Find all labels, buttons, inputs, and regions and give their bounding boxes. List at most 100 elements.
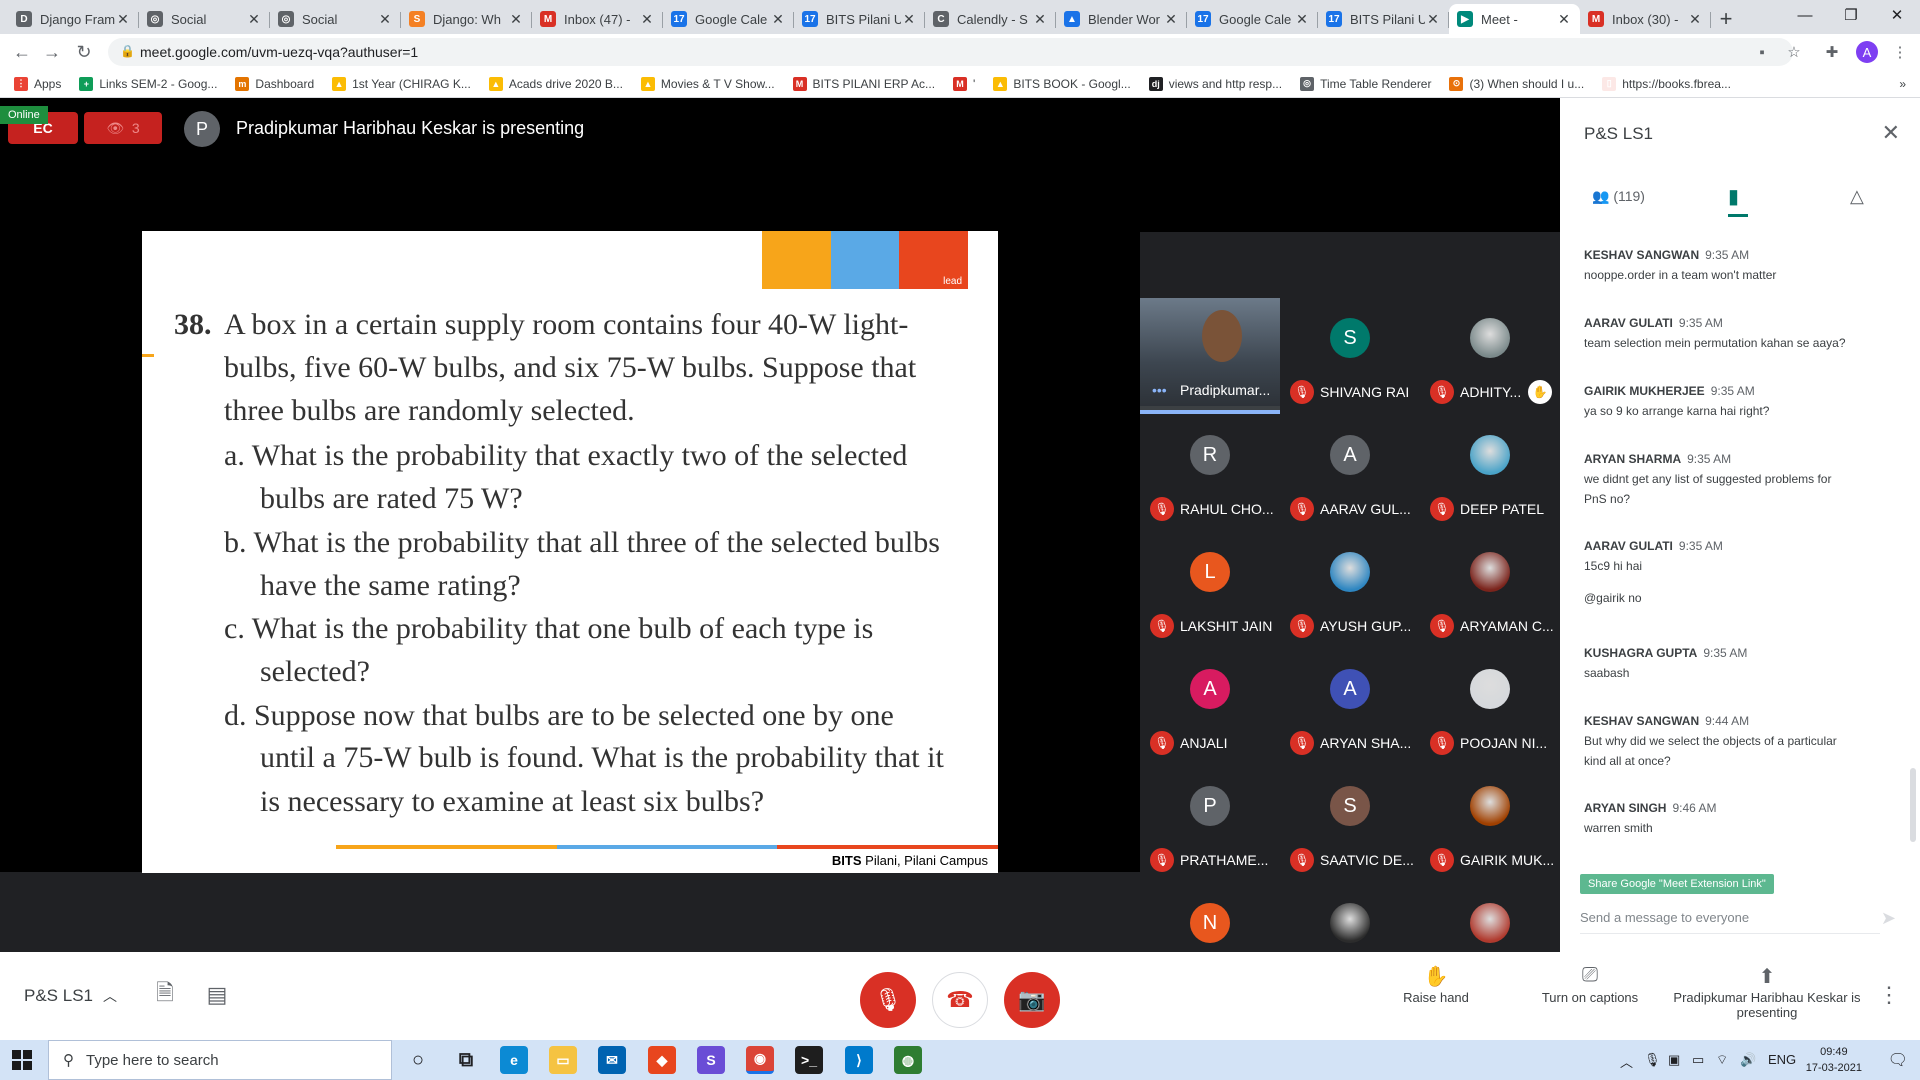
browser-tab[interactable]: ◎ Social ✕ — [270, 4, 401, 34]
bookmark-item[interactable]: ▲ Acads drive 2020 B... — [488, 76, 623, 91]
globe-app-icon[interactable]: ◍ — [894, 1046, 922, 1074]
tray-volume-icon[interactable]: 🔊 — [1740, 1052, 1756, 1068]
tray-network-icon[interactable]: ▣ — [1668, 1052, 1680, 1068]
participant-tile[interactable]: A 🎙 AARAV GUL... — [1280, 415, 1420, 531]
chat-scrollbar[interactable] — [1910, 768, 1916, 842]
camera-blocked-icon[interactable]: ▪ — [1752, 42, 1772, 62]
browser-tab[interactable]: ▲ Blender Wor ✕ — [1056, 4, 1187, 34]
browser-tab[interactable]: S Django: Wh ✕ — [401, 4, 532, 34]
chat-input[interactable]: Send a message to everyone — [1580, 902, 1880, 934]
participant-tile[interactable]: 🎙 GAIRIK MUK... — [1420, 766, 1560, 882]
browser-tab[interactable]: 17 Google Cale ✕ — [663, 4, 794, 34]
bookmark-item[interactable]: dj views and http resp... — [1148, 76, 1282, 91]
send-icon[interactable]: ➤ — [1881, 908, 1896, 929]
tray-chevron-icon[interactable]: ︿ — [1620, 1052, 1633, 1071]
participant-tile[interactable]: R 🎙 RAHUL CHO... — [1140, 415, 1280, 531]
browser-tab[interactable]: 17 BITS Pilani U ✕ — [794, 4, 925, 34]
chrome-icon[interactable]: ◉ — [746, 1046, 774, 1074]
tray-wifi-icon[interactable]: ⌔ — [1716, 1052, 1728, 1068]
tray-battery-icon[interactable]: ▭ — [1692, 1052, 1704, 1068]
task-view-icon[interactable]: ⧉ — [452, 1046, 480, 1074]
tab-close-icon[interactable]: ✕ — [1032, 11, 1048, 28]
browser-tab[interactable]: D Django Fram ✕ — [8, 4, 139, 34]
cortana-icon[interactable]: ○ — [404, 1046, 432, 1074]
camera-toggle-button[interactable]: 📷 — [1004, 972, 1060, 1028]
extensions-icon[interactable]: ✚ — [1822, 42, 1842, 62]
edge-icon[interactable]: e — [500, 1046, 528, 1074]
mail-icon[interactable]: ✉ — [598, 1046, 626, 1074]
minimize-button[interactable]: — — [1782, 0, 1828, 30]
tab-close-icon[interactable]: ✕ — [1294, 11, 1310, 28]
mic-toggle-button[interactable]: 🎙 — [860, 972, 916, 1028]
participant-tile[interactable]: S 🎙 SHIVANG RAI — [1280, 298, 1420, 414]
close-icon[interactable]: ✕ — [1882, 120, 1900, 146]
bookmark-item[interactable]: + Links SEM-2 - Goog... — [79, 76, 217, 91]
comments-icon[interactable]: ▤ — [202, 980, 232, 1010]
meeting-details-button[interactable]: P&S LS1 ︿ — [24, 986, 117, 1006]
bookmark-item[interactable]: ▲ BITS BOOK - Googl... — [993, 76, 1131, 91]
browser-tab[interactable]: ◎ Social ✕ — [139, 4, 270, 34]
bookmark-item[interactable]: ▯ https://books.fbrea... — [1602, 76, 1731, 91]
terminal-icon[interactable]: >_ — [795, 1046, 823, 1074]
reload-icon[interactable]: ↻ — [72, 40, 96, 64]
share-extension-button[interactable]: Share Google "Meet Extension Link" — [1580, 874, 1774, 894]
bookmark-item[interactable]: ▲ 1st Year (CHIRAG K... — [332, 76, 471, 91]
browser-tab[interactable]: M Inbox (47) - ✕ — [532, 4, 663, 34]
notifications-icon[interactable]: 🗨 — [1888, 1050, 1908, 1070]
tab-activities[interactable]: △ — [1850, 176, 1864, 216]
presenting-button[interactable]: ⬆ Pradipkumar Haribhau Keskar is presenti… — [1672, 964, 1862, 1020]
participant-tile[interactable]: 🎙 AYUSH GUP... — [1280, 532, 1420, 648]
participant-tile[interactable]: P 🎙 PRATHAME... — [1140, 766, 1280, 882]
tab-people[interactable]: 👥 (119) — [1592, 176, 1645, 216]
tab-close-icon[interactable]: ✕ — [770, 11, 786, 28]
new-tab-button[interactable]: + — [1711, 4, 1741, 34]
browser-tab[interactable]: C Calendly - S ✕ — [925, 4, 1056, 34]
app-s-icon[interactable]: S — [697, 1046, 725, 1074]
raise-hand-button[interactable]: ✋ Raise hand — [1396, 964, 1476, 1005]
bookmark-item[interactable]: ⊙ (3) When should I u... — [1449, 76, 1584, 91]
participant-tile[interactable]: 🎙 ARYAMAN C... — [1420, 532, 1560, 648]
menu-icon[interactable]: ⋮ — [1890, 42, 1910, 62]
participant-tile[interactable]: S 🎙 SAATVIC DE... — [1280, 766, 1420, 882]
tab-chat[interactable]: ▮ — [1728, 176, 1739, 216]
leave-call-button[interactable]: ☎ — [932, 972, 988, 1028]
taskbar-search[interactable]: ⚲ Type here to search — [48, 1040, 392, 1080]
forward-icon[interactable]: → — [40, 40, 64, 64]
tab-close-icon[interactable]: ✕ — [115, 11, 131, 28]
bookmark-item[interactable]: m Dashboard — [235, 76, 314, 91]
language-indicator[interactable]: ENG — [1768, 1052, 1796, 1067]
taskbar-clock[interactable]: 09:49 17-03-2021 — [1806, 1044, 1862, 1076]
participant-tile[interactable]: ••• Pradipkumar... — [1140, 298, 1280, 414]
tab-close-icon[interactable]: ✕ — [1163, 11, 1179, 28]
browser-tab[interactable]: M Inbox (30) - ✕ — [1580, 4, 1711, 34]
address-bar[interactable]: 🔒 meet.google.com/uvm-uezq-vqa?authuser=… — [108, 38, 1793, 66]
participant-tile[interactable]: 🎙 POOJAN NI... — [1420, 649, 1560, 765]
bookmark-item[interactable]: ◎ Time Table Renderer — [1300, 76, 1431, 91]
bookmark-item[interactable]: M ' — [953, 76, 975, 91]
profile-avatar[interactable]: A — [1856, 41, 1878, 63]
bookmarks-overflow[interactable]: » — [1899, 77, 1906, 91]
participant-tile[interactable]: 🎙 ADHITY... ✋ — [1420, 298, 1560, 414]
file-explorer-icon[interactable]: ▭ — [549, 1046, 577, 1074]
back-icon[interactable]: ← — [10, 40, 34, 64]
vscode-icon[interactable]: ⟩ — [845, 1046, 873, 1074]
captions-button[interactable]: ⎚ Turn on captions — [1530, 964, 1650, 1005]
tab-close-icon[interactable]: ✕ — [377, 11, 393, 28]
tab-close-icon[interactable]: ✕ — [639, 11, 655, 28]
more-options-icon[interactable]: ⋮ — [1878, 982, 1900, 1008]
participant-tile[interactable]: A 🎙 ANJALI — [1140, 649, 1280, 765]
tab-close-icon[interactable]: ✕ — [901, 11, 917, 28]
browser-tab[interactable]: ▶ Meet - ✕ — [1449, 4, 1580, 34]
bookmark-star-icon[interactable]: ☆ — [1784, 42, 1804, 62]
participant-tile[interactable]: 🎙 DEEP PATEL — [1420, 415, 1560, 531]
tab-close-icon[interactable]: ✕ — [1687, 11, 1703, 28]
participant-tile[interactable]: L 🎙 LAKSHIT JAIN — [1140, 532, 1280, 648]
tab-close-icon[interactable]: ✕ — [246, 11, 262, 28]
bookmark-item[interactable]: M BITS PILANI ERP Ac... — [792, 76, 935, 91]
notes-icon[interactable]: 🗎 — [150, 980, 180, 1010]
tray-mic-icon[interactable]: 🎙 — [1644, 1052, 1661, 1068]
browser-tab[interactable]: 17 Google Cale ✕ — [1187, 4, 1318, 34]
bookmark-item[interactable]: ▲ Movies & T V Show... — [640, 76, 775, 91]
tab-close-icon[interactable]: ✕ — [1556, 11, 1572, 28]
app-diamond-icon[interactable]: ◆ — [648, 1046, 676, 1074]
